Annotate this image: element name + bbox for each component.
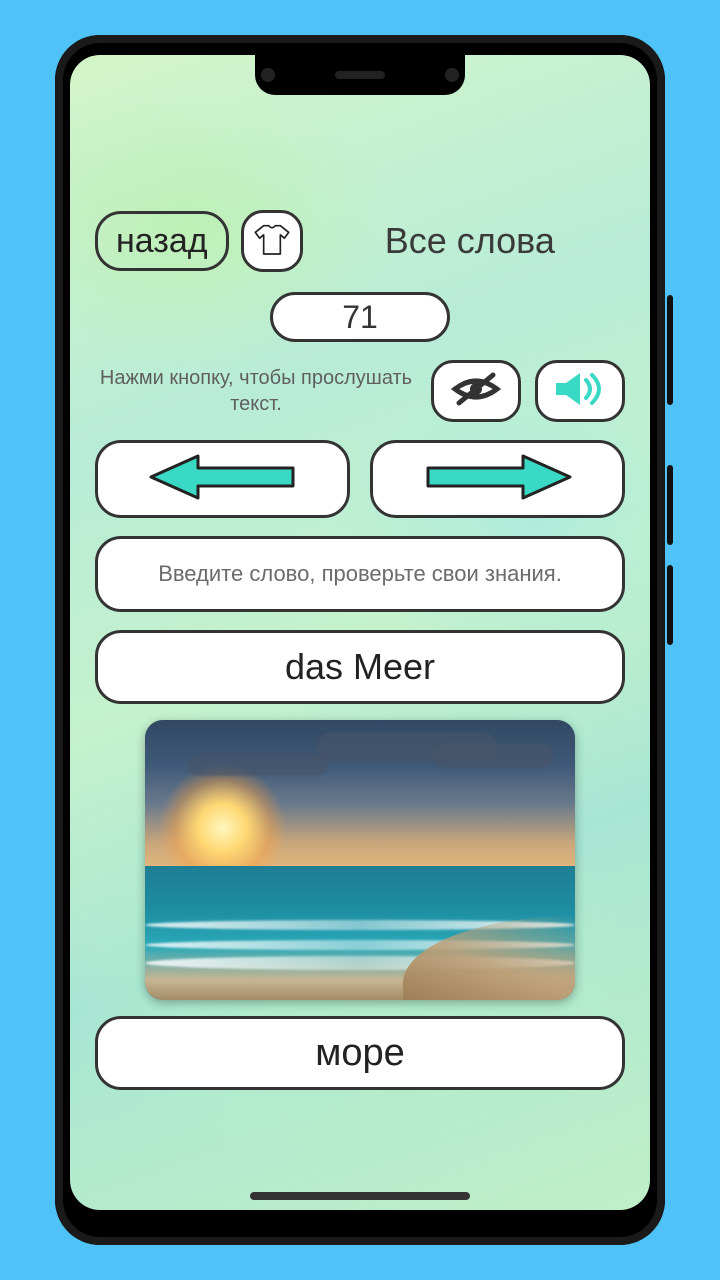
audio-button[interactable]: [535, 360, 625, 422]
phone-frame: назад Все слова 71 Наж: [55, 35, 665, 1245]
translation-word: море: [95, 1016, 625, 1090]
word-counter: 71: [270, 292, 450, 342]
speaker-icon: [552, 370, 608, 413]
home-indicator: [250, 1192, 470, 1200]
answer-input[interactable]: Введите слово, проверьте свои знания.: [95, 536, 625, 612]
prev-button[interactable]: [95, 440, 350, 518]
answer-input-placeholder: Введите слово, проверьте свои знания.: [158, 561, 562, 587]
app-content: назад Все слова 71 Наж: [70, 55, 650, 1210]
screen: назад Все слова 71 Наж: [70, 55, 650, 1210]
source-word-value: das Meer: [285, 646, 435, 688]
arrow-right-icon: [418, 452, 578, 507]
eye-off-icon: [451, 371, 501, 412]
word-image: [145, 720, 575, 1000]
power-button: [667, 295, 673, 405]
hide-button[interactable]: [431, 360, 521, 422]
source-word: das Meer: [95, 630, 625, 704]
back-button[interactable]: назад: [95, 211, 229, 271]
notch: [255, 55, 465, 95]
back-button-label: назад: [116, 222, 208, 261]
page-title: Все слова: [315, 220, 625, 262]
volume-down-button: [667, 565, 673, 645]
next-button[interactable]: [370, 440, 625, 518]
translation-word-value: море: [315, 1032, 405, 1075]
listen-hint: Нажми кнопку, чтобы прослушать текст.: [95, 365, 417, 417]
arrow-left-icon: [143, 452, 303, 507]
tshirt-icon: [252, 219, 292, 264]
volume-up-button: [667, 465, 673, 545]
word-counter-value: 71: [342, 299, 378, 336]
category-button[interactable]: [241, 210, 303, 272]
